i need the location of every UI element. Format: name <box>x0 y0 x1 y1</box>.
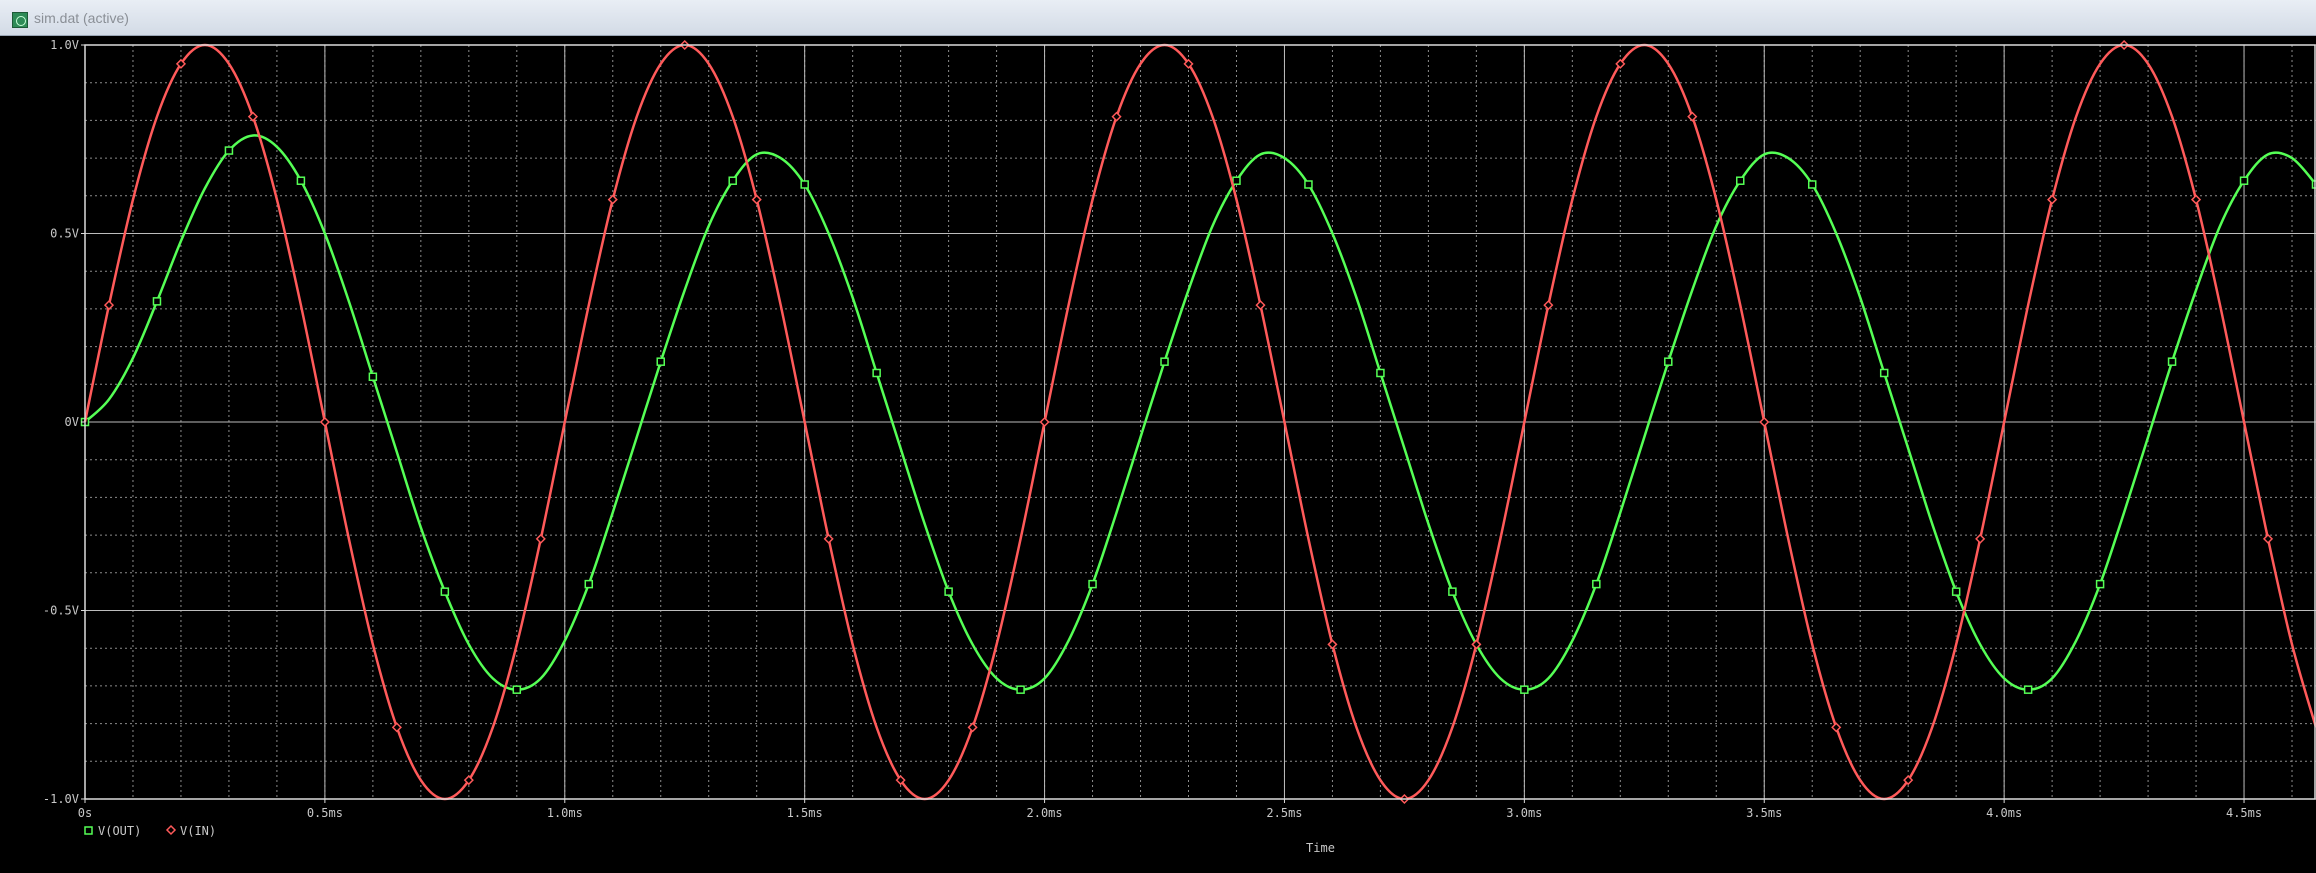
series-marker-diamond <box>823 533 834 544</box>
axis-layer: -1.0V -0.5V 0V 0.5V 1.0V 0s 0.5ms 1.0ms 1.5ms 2.0… <box>43 38 2316 855</box>
x-tick-label: 2.5ms <box>1266 806 1302 820</box>
series-marker-diamond <box>247 111 258 122</box>
series-marker-diamond <box>2047 194 2058 205</box>
series-marker-square <box>296 176 306 185</box>
series-marker-diamond <box>535 533 546 544</box>
legend-label: V(OUT) <box>98 824 141 838</box>
series-marker-square <box>1807 180 1817 189</box>
y-tick-label: 1.0V <box>50 38 79 52</box>
series-marker-diamond <box>1327 639 1338 650</box>
waveform-app-icon <box>12 12 28 28</box>
x-tick-label: 2.0ms <box>1027 806 1063 820</box>
series-marker-diamond <box>1831 722 1842 733</box>
legend: V(OUT) V(IN) <box>84 824 216 838</box>
y-tick-label: -1.0V <box>43 792 79 806</box>
series-marker-square <box>1448 587 1457 596</box>
series-marker-square <box>872 368 881 378</box>
series-marker-square <box>224 146 234 155</box>
series-marker-square <box>1951 587 1961 596</box>
series-marker-diamond <box>1111 111 1122 122</box>
series-marker-square <box>1016 685 1025 694</box>
series-marker-square <box>152 297 162 306</box>
series-marker-square <box>1520 685 1529 694</box>
series-marker-diamond <box>607 194 618 205</box>
series-marker-square <box>1088 579 1097 589</box>
legend-label: V(IN) <box>180 824 216 838</box>
x-tick-label: 4.0ms <box>1986 806 2022 820</box>
x-axis-title: Time <box>1306 841 1335 855</box>
series-marker-square <box>440 587 450 596</box>
series-marker-square <box>1736 176 1745 185</box>
series-marker-diamond <box>2262 533 2274 544</box>
series-marker-square <box>1592 579 1601 589</box>
series-marker-square <box>584 579 594 589</box>
series-marker-diamond <box>1687 111 1698 122</box>
series-marker-square <box>512 685 522 694</box>
series-marker-diamond <box>1975 533 1986 544</box>
series-marker-diamond <box>1039 416 1050 428</box>
series-marker-diamond <box>391 722 402 733</box>
legend-marker-diamond <box>165 824 177 836</box>
grid-layer <box>84 44 2316 800</box>
series-marker-diamond <box>1543 300 1554 311</box>
y-tick-label: 0V <box>65 415 79 429</box>
series-marker-square <box>1376 368 1385 378</box>
series-marker-diamond <box>967 722 978 733</box>
x-tick-label: 1.5ms <box>787 806 823 820</box>
series-marker-diamond <box>103 300 115 311</box>
window-title: sim.dat (active) <box>34 10 129 26</box>
series-marker-square <box>1664 357 1673 366</box>
x-tick-label: 0s <box>78 806 92 820</box>
series-marker-square <box>1879 368 1889 378</box>
x-tick-label: 4.5ms <box>2226 806 2262 820</box>
series-marker-square <box>656 357 665 366</box>
series-marker-square <box>2239 176 2249 185</box>
series-marker-square <box>368 372 378 382</box>
series-line-vout <box>84 134 2316 691</box>
probe-window: sim.dat (active) -1.0V -0.5V 0V 0.5V 1.0V 0s 0… <box>0 0 2316 873</box>
series-marker-diamond <box>1759 416 1770 428</box>
x-tick-label: 3.5ms <box>1746 806 1782 820</box>
series-marker-diamond <box>751 194 762 205</box>
series-marker-diamond <box>2190 194 2202 205</box>
x-tick-label: 0.5ms <box>307 806 343 820</box>
series-marker-square <box>2167 357 2177 366</box>
series-marker-diamond <box>1255 300 1266 311</box>
series-marker-square <box>1160 357 1169 366</box>
x-tick-label: 3.0ms <box>1506 806 1542 820</box>
y-tick-label: 0.5V <box>50 227 79 241</box>
series-marker-square <box>800 180 809 189</box>
y-tick-label: -0.5V <box>43 604 79 618</box>
series-marker-square <box>2023 685 2033 694</box>
x-tick-label: 1.0ms <box>547 806 583 820</box>
title-bar[interactable]: sim.dat (active) <box>0 0 2316 36</box>
series-marker-square <box>2095 579 2105 589</box>
legend-marker-square <box>84 826 93 835</box>
waveform-chart[interactable]: -1.0V -0.5V 0V 0.5V 1.0V 0s 0.5ms 1.0ms 1.5ms 2.0… <box>0 36 2316 873</box>
series-marker-square <box>728 176 737 185</box>
series-marker-square <box>1232 176 1241 185</box>
series-marker-square <box>1304 180 1313 189</box>
series-marker-diamond <box>319 416 330 428</box>
series-marker-square <box>944 587 953 596</box>
